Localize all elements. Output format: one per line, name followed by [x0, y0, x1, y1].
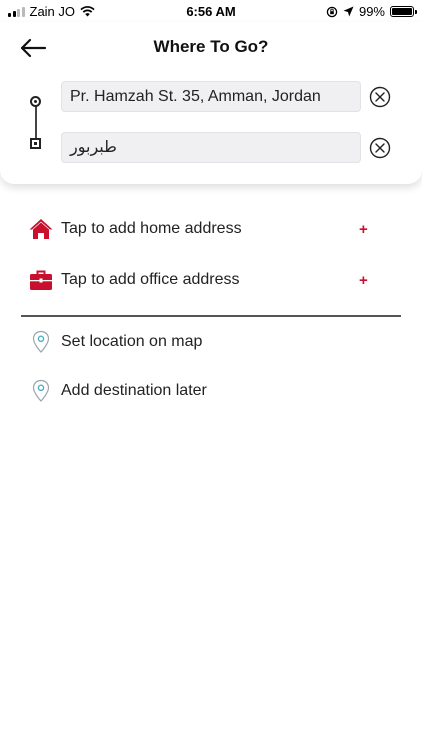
route-card: Where To Go? Pr. Hamzah St. 35, Amman, J… — [0, 22, 422, 184]
office-address-row[interactable]: Tap to add office address + — [0, 260, 422, 300]
map-pin-icon — [28, 378, 54, 404]
clear-circle-x-icon — [369, 137, 391, 159]
destination-input[interactable]: طبربور — [61, 132, 361, 163]
add-destination-later-label: Add destination later — [61, 382, 207, 399]
add-office-button[interactable]: + — [359, 272, 368, 289]
set-location-on-map-label: Set location on map — [61, 333, 203, 350]
set-location-on-map-row[interactable]: Set location on map — [0, 322, 422, 362]
battery-icon — [390, 6, 417, 17]
page-title: Where To Go? — [153, 37, 269, 56]
status-bar: Zain JO 6:56 AM 99% — [0, 0, 422, 22]
origin-marker-icon — [30, 96, 41, 107]
destination-marker-icon — [30, 138, 41, 149]
origin-input[interactable]: Pr. Hamzah St. 35, Amman, Jordan — [61, 81, 361, 112]
route-connector-line — [35, 104, 37, 140]
clear-destination-button[interactable] — [369, 137, 391, 159]
battery-percent: 99% — [358, 4, 385, 19]
home-icon — [28, 216, 54, 242]
clear-circle-x-icon — [369, 86, 391, 108]
briefcase-icon — [28, 267, 54, 293]
orientation-lock-icon — [326, 6, 338, 17]
map-pin-icon — [28, 329, 54, 355]
add-destination-later-row[interactable]: Add destination later — [0, 371, 422, 411]
clear-origin-button[interactable] — [369, 86, 391, 108]
office-address-label: Tap to add office address — [61, 271, 240, 288]
status-right: 99% — [326, 4, 417, 19]
home-address-label: Tap to add home address — [61, 220, 242, 237]
section-divider — [21, 315, 401, 317]
add-home-button[interactable]: + — [359, 221, 368, 238]
home-address-row[interactable]: Tap to add home address + — [0, 209, 422, 249]
location-arrow-icon — [343, 6, 354, 17]
